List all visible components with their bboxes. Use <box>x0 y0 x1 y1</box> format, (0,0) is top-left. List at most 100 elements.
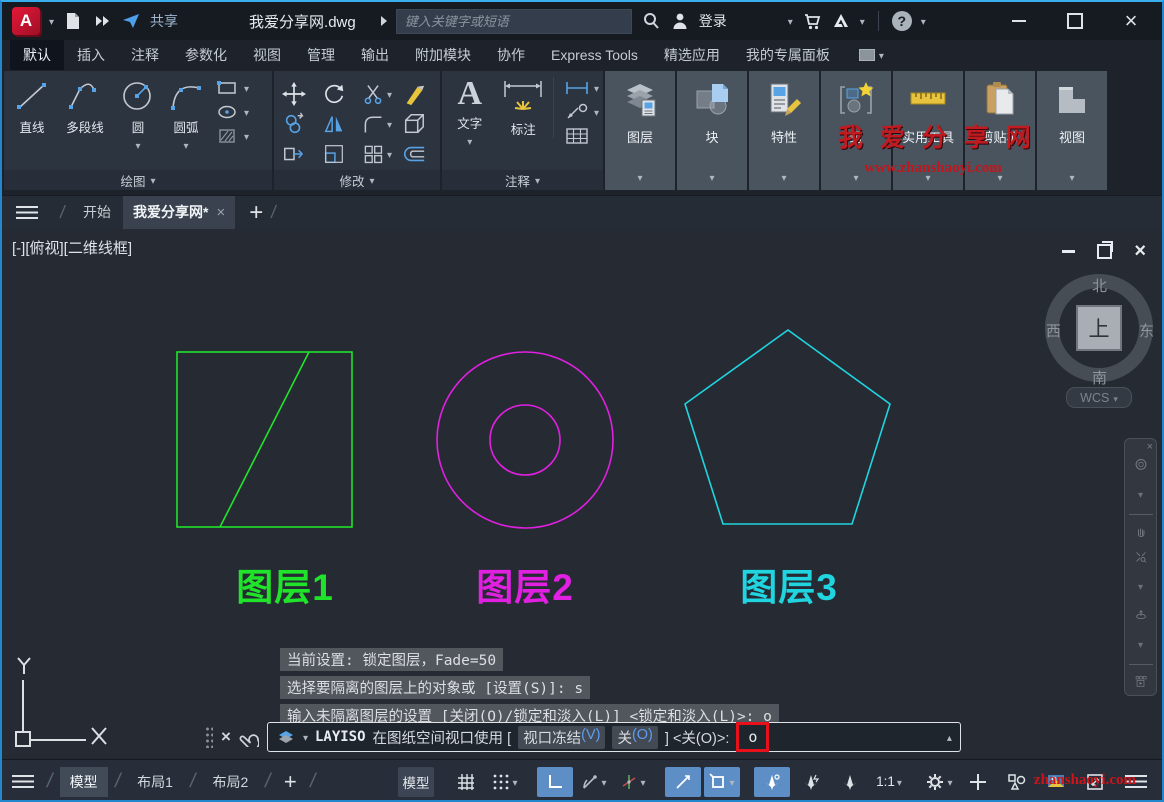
object-snap-toggle[interactable] <box>704 767 740 797</box>
ribbon-panel-properties[interactable]: 特性 <box>749 71 819 190</box>
trim-tool[interactable] <box>362 83 392 105</box>
linear-dimension-tool[interactable] <box>564 79 599 97</box>
viewcube-up-face[interactable]: 上 <box>1076 305 1122 351</box>
annotation-scale-value[interactable]: 1:1 <box>871 767 907 797</box>
option-viewport-freeze[interactable]: 视口冻结 (V) <box>518 726 605 749</box>
rectangle-tool[interactable] <box>216 79 249 97</box>
store-cart-icon[interactable] <box>802 11 822 31</box>
ribbon-tab-view[interactable]: 视图 <box>240 40 294 70</box>
modify-panel-title[interactable]: 修改 <box>274 170 440 190</box>
viewcube-north-label[interactable]: 北 <box>1092 275 1107 296</box>
layers-panel-caret-icon[interactable] <box>637 168 642 186</box>
file-tab-start[interactable]: 开始 <box>73 196 121 229</box>
ribbon-panel-layers[interactable]: 图层 <box>605 71 675 190</box>
array-tool[interactable] <box>362 143 392 165</box>
maximize-button[interactable] <box>1064 10 1086 32</box>
annotation-scale-caret-icon[interactable] <box>897 773 902 791</box>
help-icon[interactable] <box>892 11 912 31</box>
crosshair-plus-button[interactable] <box>960 767 996 797</box>
layer2-label[interactable]: 图层2 <box>450 557 600 611</box>
command-input-box[interactable]: LAYISO 在图纸空间视口使用 [ 视口冻结 (V) 关 (O) ] <关(O… <box>267 722 961 752</box>
search-input[interactable] <box>396 9 632 34</box>
layout-tab-model[interactable]: 模型 <box>60 767 108 797</box>
ribbon-tab-addins[interactable]: 附加模块 <box>402 40 484 70</box>
file-tab-close-icon[interactable] <box>216 196 225 229</box>
isolate-objects-button[interactable] <box>999 767 1035 797</box>
annotation-scale-icon-button[interactable] <box>832 767 868 797</box>
annotation-autoscale-toggle[interactable] <box>793 767 829 797</box>
status-customize-menu-icon[interactable] <box>1116 767 1152 797</box>
minimize-button[interactable] <box>1008 10 1030 32</box>
hardware-acceleration-button[interactable] <box>1038 767 1074 797</box>
groups-panel-caret-icon[interactable] <box>853 168 858 186</box>
ribbon-tab-manage[interactable]: 管理 <box>294 40 348 70</box>
view-panel-caret-icon[interactable] <box>1069 168 1074 186</box>
stretch-tool[interactable] <box>282 142 306 166</box>
ribbon-tab-annotate[interactable]: 注释 <box>118 40 172 70</box>
utilities-panel-caret-icon[interactable] <box>925 168 930 186</box>
text-caret-icon[interactable] <box>467 132 472 150</box>
ribbon-tab-collaborate[interactable]: 协作 <box>484 40 538 70</box>
erase-tool[interactable] <box>402 82 426 106</box>
mirror-tool[interactable] <box>322 112 346 136</box>
isodraft-toggle[interactable] <box>615 767 651 797</box>
line-tool[interactable]: 直线 <box>10 77 54 136</box>
share-button[interactable]: 共享 <box>150 11 178 31</box>
annotation-visibility-toggle[interactable] <box>754 767 790 797</box>
new-drawing-icon[interactable] <box>63 11 83 31</box>
hatch-tool[interactable] <box>216 127 249 145</box>
new-layout-button[interactable] <box>278 769 303 795</box>
polar-tracking-toggle[interactable] <box>576 767 612 797</box>
help-caret-icon[interactable] <box>921 12 926 30</box>
new-drawing-tab-button[interactable] <box>249 198 263 228</box>
typed-value-highlight[interactable]: o <box>736 722 769 752</box>
draw-panel-title[interactable]: 绘图 <box>4 170 272 190</box>
ribbon-panel-clipboard[interactable]: 剪贴板 <box>965 71 1035 190</box>
command-customize-wrench-icon[interactable] <box>239 727 259 747</box>
text-tool[interactable]: 文字 <box>448 77 492 150</box>
osnap-caret-icon[interactable] <box>729 773 734 791</box>
file-tabs-menu-icon[interactable] <box>16 206 38 220</box>
wcs-dropdown[interactable]: WCS <box>1066 387 1132 408</box>
orbit-icon[interactable] <box>1129 609 1153 621</box>
navigation-bar[interactable] <box>1124 438 1157 696</box>
command-history-toggle-icon[interactable] <box>947 728 952 746</box>
expand-toolbar-icon[interactable] <box>92 11 112 31</box>
autodesk-logo-icon[interactable] <box>831 11 851 31</box>
annotation-panel-title[interactable]: 注释 <box>442 170 603 190</box>
ellipse-tool[interactable] <box>216 103 249 121</box>
ribbon-tab-output[interactable]: 输出 <box>348 40 402 70</box>
file-tab-active[interactable]: 我爱分享网* <box>123 196 235 229</box>
app-logo[interactable]: A <box>12 7 40 35</box>
layer3-pentagon[interactable] <box>685 330 890 524</box>
clean-screen-button[interactable] <box>1077 767 1113 797</box>
arc-tool[interactable]: 圆弧 <box>160 77 212 154</box>
ribbon-tab-custom-panel[interactable]: 我的专属面板 <box>733 40 843 70</box>
layout-tab-layout2[interactable]: 布局2 <box>202 767 258 797</box>
command-suggestions-caret-icon[interactable] <box>303 728 308 746</box>
ribbon-panel-block[interactable]: 块 <box>677 71 747 190</box>
object-snap-tracking-toggle[interactable] <box>665 767 701 797</box>
properties-panel-caret-icon[interactable] <box>781 168 786 186</box>
ribbon-tab-insert[interactable]: 插入 <box>64 40 118 70</box>
layer3-label[interactable]: 图层3 <box>714 557 864 611</box>
arc-caret-icon[interactable] <box>183 136 188 154</box>
copy-tool[interactable] <box>282 112 306 136</box>
orbit-caret-icon[interactable] <box>1138 635 1143 653</box>
layer2-inner-circle[interactable] <box>490 405 560 475</box>
offset-tool[interactable] <box>402 142 426 166</box>
scale-tool[interactable] <box>322 142 346 166</box>
grid-toggle[interactable] <box>448 767 484 797</box>
viewcube-south-label[interactable]: 南 <box>1092 367 1107 388</box>
table-tool[interactable] <box>564 127 599 145</box>
ribbon-tab-home[interactable]: 默认 <box>10 40 64 70</box>
show-motion-icon[interactable] <box>1128 675 1154 688</box>
app-menu-caret-icon[interactable] <box>49 12 54 30</box>
layout-tab-layout1[interactable]: 布局1 <box>127 767 183 797</box>
customization-gear-button[interactable] <box>921 767 957 797</box>
zoom-extents-icon[interactable] <box>1129 551 1153 563</box>
close-button[interactable] <box>1120 10 1142 32</box>
ribbon-panel-utilities[interactable]: 实用工具 <box>893 71 963 190</box>
search-icon[interactable] <box>641 11 661 31</box>
isodraft-caret-icon[interactable] <box>640 773 645 791</box>
